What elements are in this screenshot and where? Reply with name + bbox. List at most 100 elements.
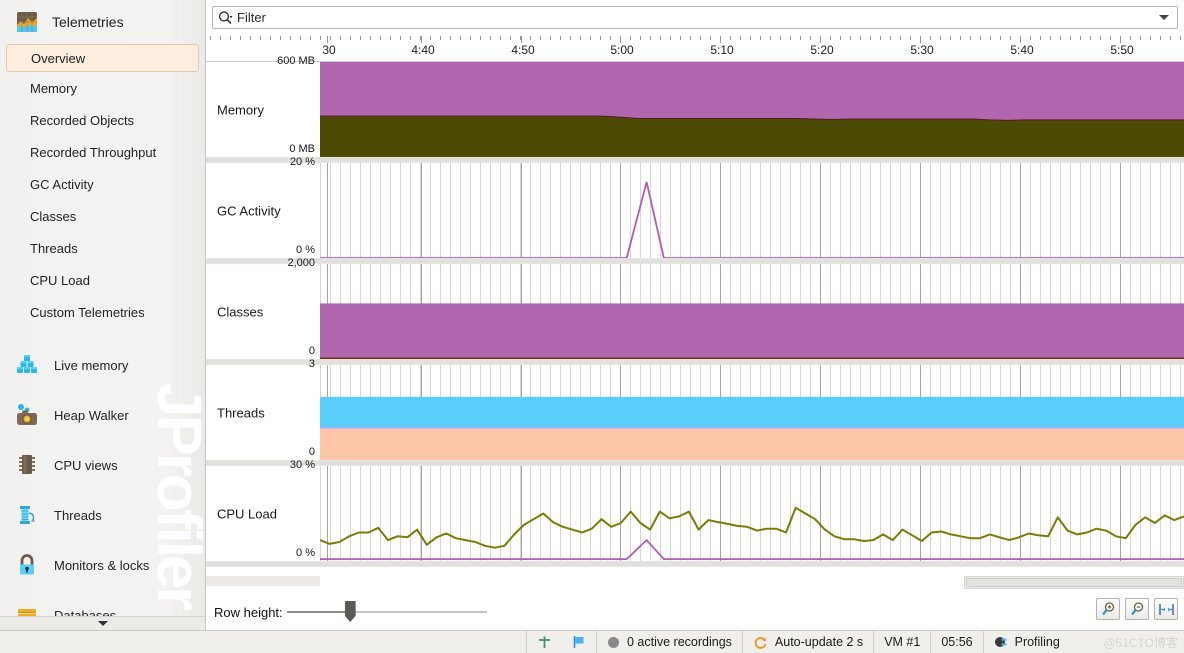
ruler-minor-tick (590, 36, 591, 40)
chart-series (320, 62, 1184, 157)
sidebar-item-gc-activity[interactable]: GC Activity (0, 168, 205, 200)
row-height-slider[interactable] (286, 600, 487, 624)
bookmark-icon (572, 635, 586, 649)
jprofiler-window: JProfiler Telemetries Overview Memory Re… (0, 0, 1184, 653)
zoom-out-button[interactable] (1125, 598, 1149, 620)
sidebar-item-recorded-throughput[interactable]: Recorded Throughput (0, 136, 205, 168)
ruler-minor-tick (980, 36, 981, 40)
ruler-minor-tick (780, 36, 781, 40)
axis-max-label: 30 % (289, 459, 315, 471)
chart-axis: 2,000 0 Classes (206, 257, 320, 359)
horizontal-scrollbar[interactable] (964, 576, 1184, 589)
chart-plot[interactable] (320, 264, 1184, 359)
ruler-minor-tick (280, 36, 281, 40)
filter-bar[interactable]: Filter (212, 6, 1178, 29)
sidebar-nav: Overview Memory Recorded Objects Recorde… (0, 44, 205, 328)
chart-plot[interactable] (320, 163, 1184, 258)
sidebar-item-overview[interactable]: Overview (6, 44, 199, 72)
cpu-views-icon (14, 452, 40, 478)
ruler-minor-tick (260, 36, 261, 40)
ruler-minor-tick (660, 36, 661, 40)
sidebar-item-memory[interactable]: Memory (0, 72, 205, 104)
ruler-major-tick (1020, 36, 1021, 43)
main-panel: Filter 30 4:40 4:50 5:00 5:10 5:20 5:30 5:40 5:5… (206, 0, 1184, 630)
status-auto-update[interactable]: Auto-update 2 s (741, 630, 873, 653)
sidebar-item-recorded-objects[interactable]: Recorded Objects (0, 104, 205, 136)
sidebar-item-threads[interactable]: Threads (0, 232, 205, 264)
ruler-major-tick (720, 36, 721, 43)
sidebar-item-cpu-load[interactable]: CPU Load (0, 264, 205, 296)
status-time-label: 05:56 (941, 635, 973, 649)
ruler-minor-tick (290, 36, 291, 40)
ruler-minor-tick (800, 36, 801, 40)
status-active-recordings[interactable]: 0 active recordings (596, 630, 742, 653)
ruler-minor-tick (1060, 36, 1061, 40)
axis-title: CPU Load (217, 506, 277, 521)
sidebar-section-monitors-locks[interactable]: Monitors & locks (0, 540, 205, 590)
sidebar-section-threads[interactable]: Threads (0, 490, 205, 540)
ruler-tick-label: 5:40 (1010, 43, 1034, 57)
slider-track-right (350, 611, 487, 613)
ruler-minor-tick (640, 36, 641, 40)
axis-min-label: 0 % (296, 547, 315, 559)
ruler-minor-tick (1110, 36, 1111, 40)
separator-fill (206, 562, 1184, 566)
ruler-minor-tick (1050, 36, 1051, 40)
ruler-minor-tick (1130, 36, 1131, 40)
chart-plot[interactable] (320, 466, 1184, 561)
chevron-down-icon[interactable] (1159, 15, 1169, 20)
status-time: 05:56 (930, 630, 982, 653)
sidebar-section-label: CPU views (54, 457, 118, 473)
chart-plot[interactable] (320, 62, 1184, 157)
chart-axis: 30 % 0 % CPU Load (206, 459, 320, 561)
sidebar-section-label: Threads (54, 507, 102, 523)
ruler-minor-tick (690, 36, 691, 40)
sidebar-item-label: Recorded Objects (30, 112, 135, 128)
zoom-in-button[interactable] (1096, 598, 1120, 620)
sidebar-item-classes[interactable]: Classes (0, 200, 205, 232)
sidebar-item-label: Custom Telemetries (30, 304, 145, 320)
ruler-minor-tick (1080, 36, 1081, 40)
sidebar-section-cpu-views[interactable]: CPU views (0, 440, 205, 490)
fit-to-window-button[interactable] (1154, 598, 1178, 620)
refresh-icon (753, 635, 768, 650)
separator-fill (206, 360, 1184, 364)
sidebar-item-custom-telemetries[interactable]: Custom Telemetries (0, 296, 205, 328)
sidebar-section-heap-walker[interactable]: Heap Walker (0, 390, 205, 440)
sidebar-section-live-memory[interactable]: Live memory (0, 340, 205, 390)
ruler-minor-tick (530, 36, 531, 40)
ruler-minor-tick (500, 36, 501, 40)
chart-series (320, 506, 1184, 560)
time-ruler[interactable]: 30 4:40 4:50 5:00 5:10 5:20 5:30 5:40 5:50 (206, 36, 1184, 62)
ruler-minor-tick (760, 36, 761, 40)
ruler-tick-label: 4:50 (511, 43, 535, 57)
ruler-tick-label: 5:00 (610, 43, 634, 57)
status-watermark: @51CTO博客 (1103, 635, 1178, 650)
slider-knob[interactable] (344, 601, 356, 622)
status-vm[interactable]: VM #1 (873, 630, 930, 653)
status-bookmark-button[interactable] (562, 631, 596, 653)
sidebar-header: Telemetries (0, 0, 205, 44)
sidebar-title: Telemetries (52, 14, 124, 30)
sidebar-expand-button[interactable] (0, 616, 205, 630)
ruler-tick-label: 5:10 (710, 43, 734, 57)
monitors-locks-icon (14, 552, 40, 578)
ruler-minor-tick (700, 36, 701, 40)
ruler-minor-tick (840, 36, 841, 40)
chart-plot[interactable] (320, 365, 1184, 460)
status-record-button[interactable] (526, 630, 562, 653)
ruler-minor-tick (830, 36, 831, 40)
ruler-minor-tick (870, 36, 871, 40)
axis-min-label: 0 (308, 446, 315, 458)
telemetry-charts: 600 MB 0 MB Memory 20 % 0 % GC Activity 2,000 0… (206, 55, 1184, 570)
ruler-minor-tick (580, 36, 581, 40)
ruler-minor-tick (430, 36, 431, 40)
status-autoupdate-label: Auto-update 2 s (774, 635, 864, 649)
ruler-minor-tick (310, 36, 311, 40)
status-profiling[interactable]: Profiling (982, 630, 1070, 653)
ruler-minor-tick (490, 36, 491, 40)
telemetries-icon (14, 9, 40, 35)
scrollbar-thumb[interactable] (966, 578, 1182, 587)
ruler-major-tick (620, 36, 621, 43)
ruler-minor-tick (360, 36, 361, 40)
